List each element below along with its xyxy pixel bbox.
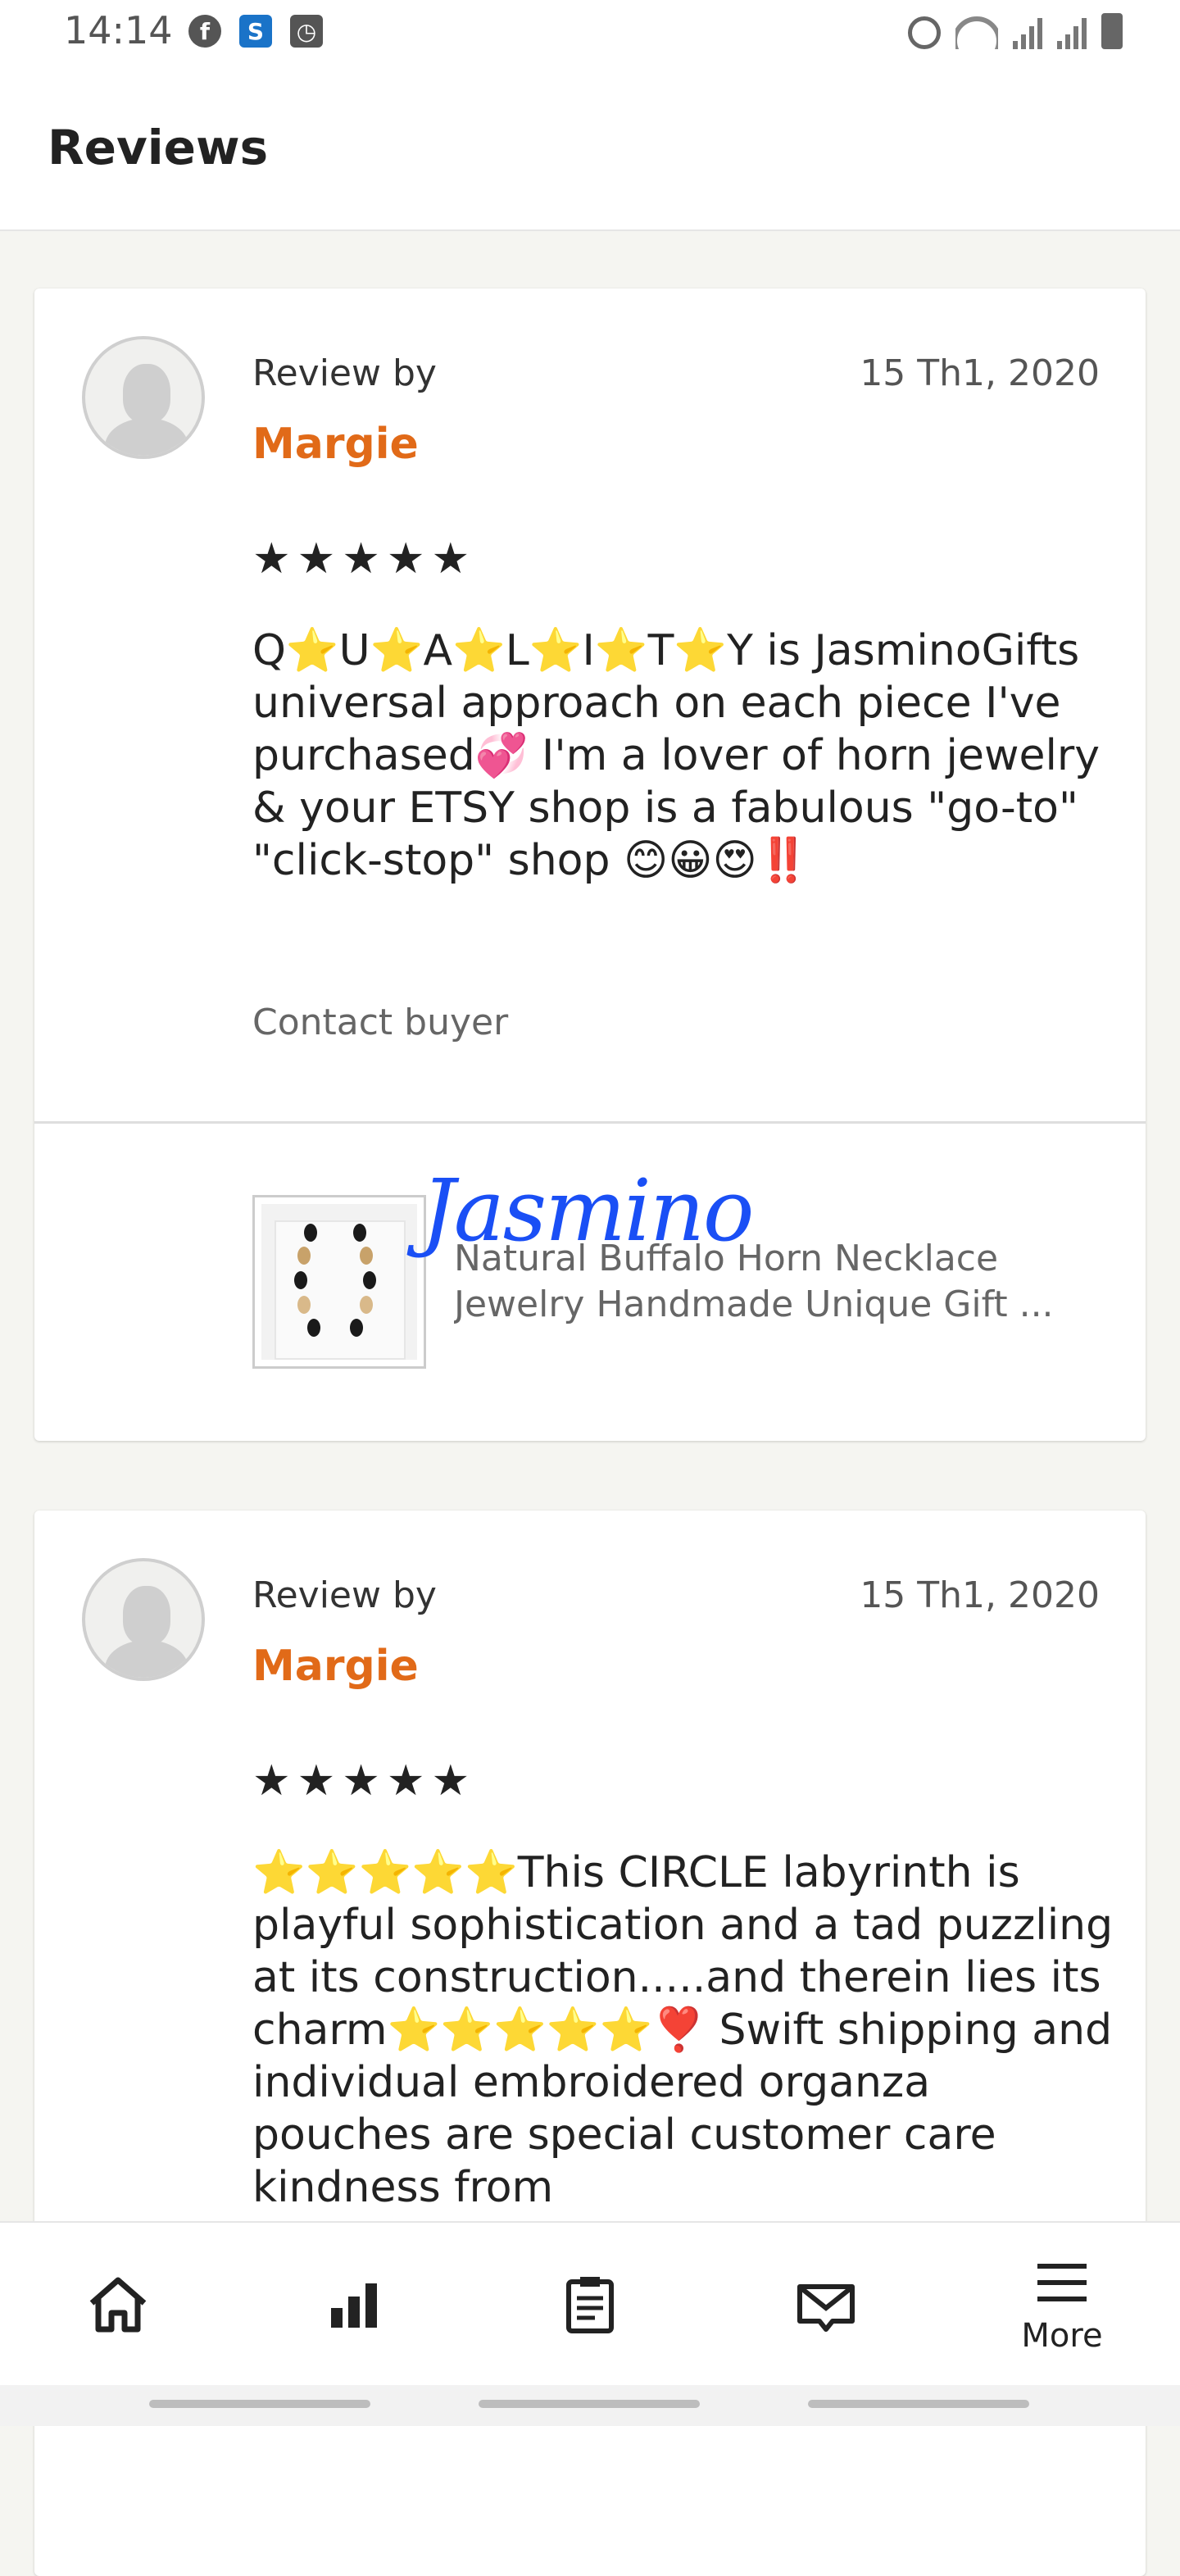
status-bar: 14:14 f S ◷: [0, 0, 1180, 69]
review-date: 15 Th1, 2020: [860, 352, 1100, 394]
battery-icon: [1101, 13, 1123, 49]
contact-buyer-link[interactable]: Contact buyer: [252, 1002, 508, 1043]
nav-more-label: More: [1021, 2317, 1103, 2355]
star-rating: ★★★★★: [252, 534, 477, 584]
review-by-label: Review by: [252, 1574, 437, 1616]
nav-more[interactable]: More: [944, 2223, 1180, 2387]
s-app-icon: S: [239, 15, 272, 48]
nav-orders[interactable]: [472, 2223, 708, 2387]
review-by-label: Review by: [252, 352, 437, 394]
avatar[interactable]: [82, 1558, 205, 1681]
wifi-icon: [955, 16, 998, 49]
gesture-handle[interactable]: [149, 2400, 370, 2408]
menu-icon: [1037, 2264, 1087, 2301]
home-icon: [89, 2277, 147, 2333]
notification-icons: f S ◷: [188, 15, 323, 48]
orders-icon: [566, 2277, 614, 2333]
divider: [34, 1121, 1146, 1124]
clock-app-icon: ◷: [290, 15, 323, 48]
facebook-icon: f: [188, 15, 221, 48]
bottom-navigation: More: [0, 2221, 1180, 2387]
stats-icon: [331, 2283, 377, 2328]
review-date: 15 Th1, 2020: [860, 1574, 1100, 1616]
listing-thumbnail[interactable]: [252, 1195, 426, 1369]
reviewer-name[interactable]: Margie: [252, 1642, 419, 1691]
review-card: Review by 15 Th1, 2020 Margie ★★★★★ Q⭐U⭐…: [34, 288, 1146, 1441]
star-rating: ★★★★★: [252, 1756, 477, 1806]
gesture-handle[interactable]: [808, 2400, 1029, 2408]
gesture-handle[interactable]: [479, 2400, 700, 2408]
system-gesture-bar: [0, 2385, 1180, 2426]
nav-stats[interactable]: [236, 2223, 472, 2387]
alarm-icon: [908, 16, 941, 49]
listing-title-line: Jewelry Handmade Unique Gift ...: [454, 1283, 1054, 1325]
review-text: Q⭐U⭐A⭐L⭐I⭐T⭐Y is JasminoGifts universal …: [252, 626, 1101, 885]
avatar[interactable]: [82, 336, 205, 459]
signal-icon: [1013, 16, 1042, 49]
signal-icon: [1057, 16, 1087, 49]
messages-icon: [797, 2284, 855, 2332]
nav-home[interactable]: [0, 2223, 236, 2387]
nav-messages[interactable]: [708, 2223, 944, 2387]
system-icons: [908, 13, 1123, 49]
review-text: ⭐⭐⭐⭐⭐This CIRCLE labyrinth is playful so…: [252, 1848, 1114, 2212]
status-time: 14:14: [64, 8, 173, 52]
page-title: Reviews: [48, 120, 269, 175]
app-header: Reviews: [0, 69, 1180, 231]
reviewer-name[interactable]: Margie: [252, 420, 419, 469]
shop-watermark: Jasmino: [421, 1161, 755, 1261]
